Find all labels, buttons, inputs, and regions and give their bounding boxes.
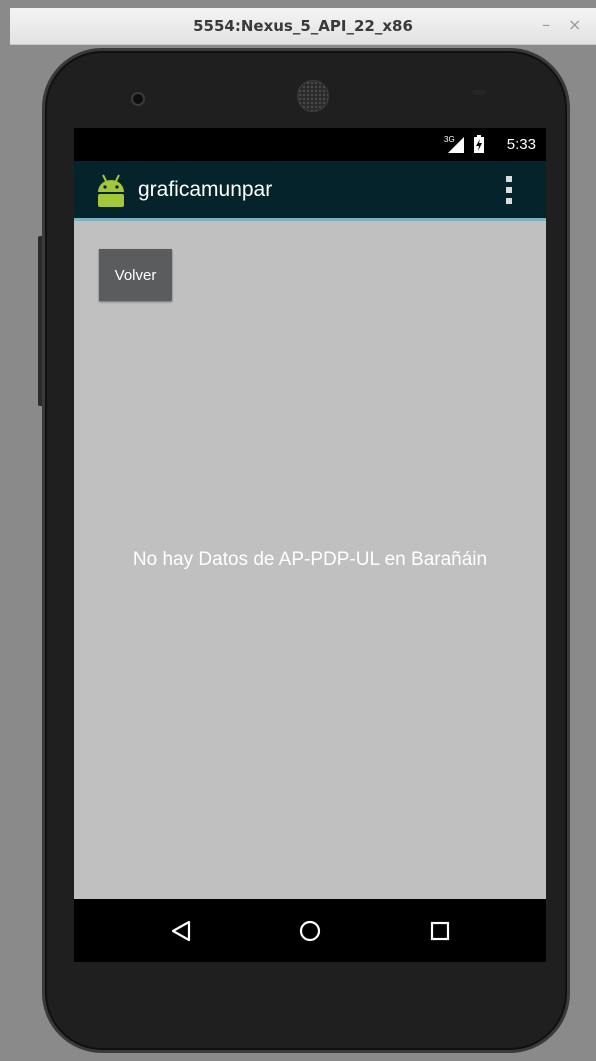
app-title: graficamunpar (138, 178, 273, 201)
speaker-grille (297, 80, 329, 112)
recents-square-icon[interactable] (423, 914, 457, 948)
status-time: 5:33 (506, 136, 536, 153)
signal-icon: 3G (444, 135, 464, 153)
phone-screen: 3G 5:33 graficamunpar Volver No hay Dato… (74, 128, 546, 962)
volver-button[interactable]: Volver (99, 249, 172, 301)
app-bar: graficamunpar (74, 161, 546, 221)
empty-data-message: No hay Datos de AP-PDP-UL en Barañáin (132, 549, 488, 570)
overflow-menu-icon[interactable] (494, 173, 524, 207)
android-robot-icon (98, 174, 124, 207)
battery-icon (474, 135, 484, 153)
home-circle-icon[interactable] (293, 914, 327, 948)
menu-dot (506, 187, 512, 193)
minimize-button[interactable]: – (542, 8, 550, 44)
close-button[interactable]: × (568, 8, 581, 44)
network-type-label: 3G (444, 135, 455, 144)
navigation-bar (74, 899, 546, 962)
status-bar: 3G 5:33 (74, 128, 546, 161)
content-area: Volver No hay Datos de AP-PDP-UL en Bara… (74, 221, 546, 899)
menu-dot (506, 176, 512, 182)
window-title: 5554:Nexus_5_API_22_x86 (193, 17, 413, 35)
proximity-sensor (472, 90, 486, 95)
back-triangle-icon[interactable] (164, 914, 198, 948)
window-titlebar[interactable]: 5554:Nexus_5_API_22_x86 – × (10, 8, 596, 45)
front-camera (131, 92, 145, 106)
menu-dot (506, 198, 512, 204)
